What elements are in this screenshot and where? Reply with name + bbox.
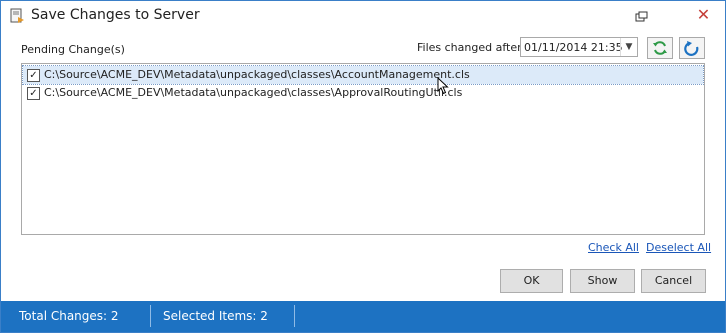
list-item[interactable]: ✓ C:\Source\ACME_DEV\Metadata\unpackaged…: [22, 65, 704, 85]
file-path: C:\Source\ACME_DEV\Metadata\unpackaged\c…: [44, 68, 470, 81]
save-changes-window: Save Changes to Server ✕ Pending Change(…: [0, 0, 726, 333]
status-divider: [150, 305, 151, 327]
status-bar: Total Changes: 2 Selected Items: 2: [1, 301, 725, 332]
close-icon: ✕: [696, 5, 711, 24]
pending-changes-list[interactable]: ✓ C:\Source\ACME_DEV\Metadata\unpackaged…: [21, 63, 705, 235]
refresh-button[interactable]: [647, 37, 673, 59]
restore-icon[interactable]: [635, 8, 649, 22]
pending-changes-label: Pending Change(s): [21, 43, 125, 56]
save-server-icon: [9, 8, 25, 24]
checkbox[interactable]: ✓: [27, 69, 40, 82]
close-button[interactable]: ✕: [681, 1, 726, 29]
undo-icon: [684, 41, 699, 56]
date-value[interactable]: 01/11/2014 21:35: [524, 41, 623, 54]
refresh-icon: [653, 41, 667, 55]
cancel-button[interactable]: Cancel: [641, 269, 706, 293]
chevron-down-icon[interactable]: ▼: [620, 38, 637, 56]
window-title: Save Changes to Server: [31, 7, 200, 23]
mouse-cursor-icon: [437, 76, 449, 99]
files-changed-after-label: Files changed after:: [417, 41, 526, 54]
check-all-link[interactable]: Check All: [588, 241, 639, 254]
checkbox[interactable]: ✓: [27, 87, 40, 100]
date-picker[interactable]: 01/11/2014 21:35 ▼: [520, 37, 638, 57]
total-changes-status: Total Changes: 2: [19, 309, 119, 323]
status-divider: [294, 305, 295, 327]
file-path: C:\Source\ACME_DEV\Metadata\unpackaged\c…: [44, 86, 463, 99]
selected-items-status: Selected Items: 2: [163, 309, 268, 323]
deselect-all-link[interactable]: Deselect All: [646, 241, 711, 254]
title-bar: Save Changes to Server ✕: [1, 1, 725, 31]
undo-button[interactable]: [679, 37, 705, 59]
ok-button[interactable]: OK: [500, 269, 563, 293]
list-item[interactable]: ✓ C:\Source\ACME_DEV\Metadata\unpackaged…: [23, 84, 703, 102]
show-button[interactable]: Show: [570, 269, 635, 293]
